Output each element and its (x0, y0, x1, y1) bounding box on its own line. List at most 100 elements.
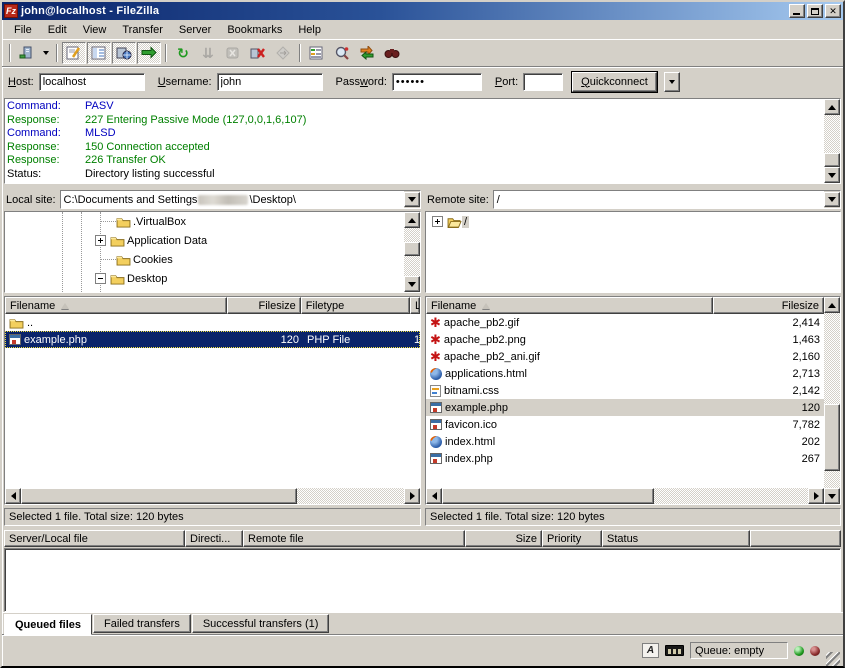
scroll-thumb[interactable] (442, 488, 654, 504)
remote-list-scrollbar[interactable] (824, 297, 840, 504)
local-list-hscrollbar[interactable] (5, 488, 420, 504)
tab-queued-files[interactable]: Queued files (4, 614, 92, 635)
toggle-transfer-queue-button[interactable] (137, 42, 161, 64)
site-manager-button[interactable] (15, 42, 39, 64)
queue-column-direction[interactable]: Directi... (185, 530, 243, 547)
column-header-filesize[interactable]: Filesize (713, 297, 824, 314)
scroll-down-button[interactable] (824, 167, 840, 183)
toggle-remote-treeview-button[interactable] (112, 42, 136, 64)
scroll-thumb[interactable] (404, 242, 420, 256)
menu-edit[interactable]: Edit (40, 22, 75, 38)
scroll-track[interactable] (404, 228, 420, 276)
scroll-up-button[interactable] (404, 212, 420, 228)
directory-comparison-button[interactable] (330, 42, 354, 64)
close-button[interactable]: ✕ (825, 4, 841, 18)
synchronized-browsing-button[interactable] (355, 42, 379, 64)
remote-file-row[interactable]: bitnami.css 2,142 (426, 382, 824, 399)
remote-file-row-selected[interactable]: example.php 120 (426, 399, 824, 416)
host-input[interactable] (39, 73, 145, 91)
local-file-row-selected[interactable]: example.php 120 PHP File 1 (5, 331, 420, 348)
remote-site-combobox[interactable]: / (493, 190, 841, 209)
cancel-operation-button[interactable] (221, 42, 245, 64)
scroll-right-button[interactable] (404, 488, 420, 504)
local-file-row[interactable]: .. (5, 314, 420, 331)
local-site-combobox[interactable]: C:\Documents and Settings\Desktop\ (60, 190, 421, 209)
remote-file-row[interactable]: index.php 267 (426, 450, 824, 467)
local-tree-body[interactable]: .VirtualBox Application Data Cookies (5, 212, 404, 292)
remote-file-row[interactable]: applications.html 2,713 (426, 365, 824, 382)
site-manager-dropdown[interactable] (40, 42, 52, 64)
queue-column-priority[interactable]: Priority (542, 530, 602, 547)
remote-tree-body[interactable]: / (426, 212, 840, 292)
toggle-local-treeview-button[interactable] (87, 42, 111, 64)
resize-grip[interactable] (826, 652, 840, 666)
remote-file-row[interactable]: index.html 202 (426, 433, 824, 450)
queue-column-remote-file[interactable]: Remote file (243, 530, 465, 547)
queue-column-server-local-file[interactable]: Server/Local file (4, 530, 185, 547)
menu-file[interactable]: File (6, 22, 40, 38)
scroll-track[interactable] (21, 488, 404, 504)
password-input[interactable] (392, 73, 482, 91)
column-header-filename[interactable]: Filename (426, 297, 713, 314)
toggle-message-log-button[interactable] (62, 42, 86, 64)
scroll-left-button[interactable] (5, 488, 21, 504)
scroll-right-button[interactable] (808, 488, 824, 504)
process-queue-button[interactable]: ⇊ (196, 42, 220, 64)
local-tree-scrollbar[interactable] (404, 212, 420, 292)
remote-list-body[interactable]: ✱apache_pb2.gif 2,414 ✱apache_pb2.png 1,… (426, 314, 824, 488)
username-input[interactable] (217, 73, 323, 91)
collapse-icon[interactable] (95, 273, 106, 284)
tab-successful-transfers[interactable]: Successful transfers (1) (192, 614, 330, 633)
expand-icon[interactable] (95, 235, 106, 246)
tree-item-root[interactable]: / (426, 212, 840, 231)
scroll-down-button[interactable] (404, 276, 420, 292)
column-header-filesize[interactable]: Filesize (227, 297, 300, 314)
queue-column-size[interactable]: Size (465, 530, 542, 547)
remote-site-dropdown[interactable] (824, 192, 840, 207)
reconnect-button[interactable] (271, 42, 295, 64)
maximize-button[interactable] (807, 4, 823, 18)
queue-column-status[interactable]: Status (602, 530, 750, 547)
menu-help[interactable]: Help (290, 22, 329, 38)
refresh-button[interactable]: ↻ (171, 42, 195, 64)
scroll-thumb[interactable] (21, 488, 297, 504)
scroll-down-button[interactable] (824, 488, 840, 504)
log-scrollbar[interactable] (824, 99, 840, 183)
quickconnect-button[interactable]: Quickconnect (572, 72, 657, 92)
expand-icon[interactable] (432, 216, 443, 227)
minimize-button[interactable] (789, 4, 805, 18)
queue-body[interactable] (4, 548, 841, 612)
find-files-button[interactable] (380, 42, 404, 64)
scroll-track[interactable] (442, 488, 808, 504)
tree-item-application-data[interactable]: Application Data (5, 231, 404, 250)
tree-item-virtualbox[interactable]: .VirtualBox (5, 212, 404, 231)
remote-file-row[interactable]: ✱apache_pb2_ani.gif 2,160 (426, 348, 824, 365)
port-input[interactable] (523, 73, 563, 91)
menu-bookmarks[interactable]: Bookmarks (219, 22, 290, 38)
title-bar[interactable]: Fz john@localhost - FileZilla ✕ (2, 2, 843, 20)
local-list-body[interactable]: .. example.php 120 PHP File 1 (5, 314, 420, 488)
tab-failed-transfers[interactable]: Failed transfers (93, 614, 191, 633)
remote-file-row[interactable]: ✱apache_pb2.gif 2,414 (426, 314, 824, 331)
local-site-dropdown[interactable] (404, 192, 420, 207)
scroll-track[interactable] (824, 115, 840, 167)
filter-button[interactable] (305, 42, 329, 64)
column-header-lastmodified[interactable]: L (410, 297, 420, 314)
menu-transfer[interactable]: Transfer (114, 22, 171, 38)
scroll-up-button[interactable] (824, 297, 840, 313)
remote-file-row[interactable]: ✱apache_pb2.png 1,463 (426, 331, 824, 348)
tree-item-desktop[interactable]: Desktop (5, 269, 404, 288)
column-header-filetype[interactable]: Filetype (301, 297, 410, 314)
scroll-thumb[interactable] (824, 153, 840, 167)
menu-server[interactable]: Server (171, 22, 219, 38)
scroll-thumb[interactable] (824, 404, 840, 471)
column-header-filename[interactable]: Filename (5, 297, 227, 314)
remote-list-hscrollbar[interactable] (426, 488, 824, 504)
message-log-body[interactable]: Command:PASV Response:227 Entering Passi… (5, 99, 824, 183)
scroll-track[interactable] (824, 313, 840, 488)
remote-file-row[interactable]: favicon.ico 7,782 (426, 416, 824, 433)
tree-item-cookies[interactable]: Cookies (5, 250, 404, 269)
disconnect-button[interactable] (246, 42, 270, 64)
scroll-left-button[interactable] (426, 488, 442, 504)
scroll-up-button[interactable] (824, 99, 840, 115)
